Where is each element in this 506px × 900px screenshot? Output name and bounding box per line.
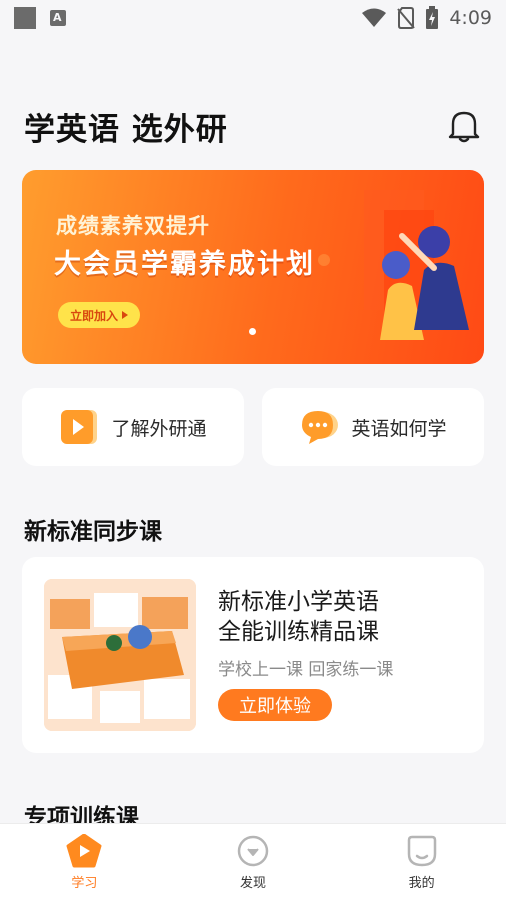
learn-about-app-card[interactable]: 了解外研通 bbox=[22, 388, 244, 466]
join-now-button[interactable]: 立即加入 bbox=[58, 302, 141, 328]
promo-banner[interactable]: 成绩素养双提升 大会员学霸养成计划 立即加入 bbox=[22, 170, 484, 364]
course-cover-image bbox=[44, 579, 196, 731]
course-title: 新标准小学英语 全能训练精品课 bbox=[218, 587, 468, 647]
bell-icon bbox=[448, 111, 480, 143]
arrow-right-icon bbox=[122, 311, 129, 319]
app-notification-icon bbox=[50, 10, 66, 26]
chat-bubble-icon bbox=[302, 411, 339, 444]
nav-label-discover: 发现 bbox=[240, 876, 267, 891]
carousel-indicator bbox=[249, 328, 256, 335]
join-now-label: 立即加入 bbox=[70, 308, 119, 323]
status-right: 4:09 bbox=[361, 6, 492, 30]
notification-bell-button[interactable] bbox=[444, 106, 484, 146]
notification-square-icon bbox=[14, 7, 36, 29]
nav-label-study: 学习 bbox=[71, 876, 98, 891]
course-title-line2: 全能训练精品课 bbox=[218, 619, 379, 645]
status-left bbox=[14, 7, 66, 29]
wifi-icon bbox=[362, 8, 387, 27]
battery-charging-icon bbox=[426, 6, 439, 29]
sync-course-section-title: 新标准同步课 bbox=[24, 519, 162, 545]
try-now-button[interactable]: 立即体验 bbox=[218, 689, 332, 721]
course-thumbnail bbox=[44, 579, 196, 731]
nav-item-discover[interactable]: 发现 bbox=[169, 824, 338, 900]
status-time: 4:09 bbox=[449, 7, 492, 29]
course-card[interactable]: 新标准小学英语 全能训练精品课 学校上一课 回家练一课 立即体验 bbox=[22, 557, 484, 753]
course-subtitle: 学校上一课 回家练一课 bbox=[218, 660, 394, 680]
learn-about-app-label: 了解外研通 bbox=[111, 417, 207, 440]
nav-item-study[interactable]: 学习 bbox=[0, 824, 169, 900]
bottom-nav: 学习 发现 我的 bbox=[0, 823, 506, 900]
study-icon bbox=[66, 834, 102, 868]
no-sim-icon bbox=[397, 7, 416, 29]
nav-label-mine: 我的 bbox=[408, 876, 435, 891]
page-title: 学英语 选外研 bbox=[24, 111, 228, 148]
how-to-learn-english-label: 英语如何学 bbox=[351, 417, 447, 440]
course-title-line1: 新标准小学英语 bbox=[218, 589, 379, 615]
video-play-icon bbox=[61, 410, 98, 444]
nav-item-mine[interactable]: 我的 bbox=[337, 824, 506, 900]
header: 学英语 选外研 bbox=[24, 98, 484, 154]
status-bar: 4:09 bbox=[0, 0, 506, 36]
profile-icon bbox=[407, 835, 436, 867]
discover-icon bbox=[237, 835, 269, 867]
banner-subtitle: 成绩素养双提升 bbox=[56, 214, 210, 238]
banner-headline: 大会员学霸养成计划 bbox=[54, 249, 315, 280]
how-to-learn-english-card[interactable]: 英语如何学 bbox=[262, 388, 484, 466]
